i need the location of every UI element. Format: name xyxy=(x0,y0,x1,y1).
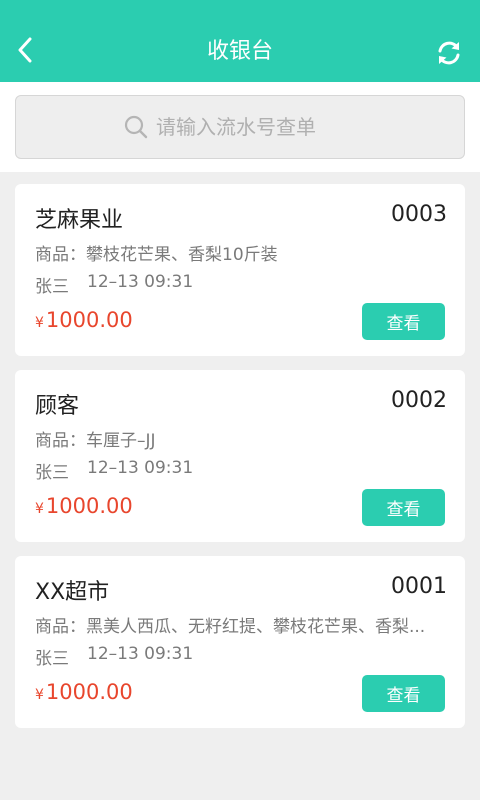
order-amount: ¥ 1000.00 xyxy=(35,680,133,704)
serial-number: 0003 xyxy=(391,202,447,227)
order-time: 12–13 09:31 xyxy=(87,272,194,292)
currency-symbol: ¥ xyxy=(35,501,44,517)
order-card: 顾客 0002 商品：车厘子–JJ 张三 12–13 09:31 ¥ 1000.… xyxy=(15,370,465,542)
order-time: 12–13 09:31 xyxy=(87,644,194,664)
view-button[interactable]: 查看 xyxy=(362,675,445,712)
customer-name: XX超市 xyxy=(35,580,110,605)
page-title: 收银台 xyxy=(206,39,273,64)
order-card: 芝麻果业 0003 商品：攀枝花芒果、香梨10斤装 张三 12–13 09:31… xyxy=(15,184,465,356)
customer-name: 芝麻果业 xyxy=(35,208,124,233)
order-amount: ¥ 1000.00 xyxy=(35,494,133,518)
order-amount: ¥ 1000.00 xyxy=(35,308,133,332)
serial-number: 0002 xyxy=(391,388,447,413)
cashier-name: 张三 xyxy=(35,277,69,297)
order-meta: 张三 12–13 09:31 xyxy=(35,644,193,669)
currency-symbol: ¥ xyxy=(35,687,44,703)
amount-value: 1000.00 xyxy=(45,680,133,704)
order-card: XX超市 0001 商品：黑美人西瓜、无籽红提、攀枝花芒果、香梨... 张三 1… xyxy=(15,556,465,728)
currency-symbol: ¥ xyxy=(35,315,44,331)
order-meta: 张三 12–13 09:31 xyxy=(35,272,193,297)
view-button[interactable]: 查看 xyxy=(362,303,445,340)
search-icon xyxy=(124,115,148,139)
top-bar: 收银台 xyxy=(0,0,480,82)
search-section xyxy=(0,82,480,172)
goods-list: 商品：车厘子–JJ xyxy=(35,431,156,451)
customer-name: 顾客 xyxy=(35,394,80,419)
refresh-icon xyxy=(438,41,460,65)
serial-number: 0001 xyxy=(391,574,447,599)
cashier-name: 张三 xyxy=(35,649,69,669)
search-bar[interactable] xyxy=(15,95,465,159)
goods-list: 商品：攀枝花芒果、香梨10斤装 xyxy=(35,245,278,265)
search-input[interactable] xyxy=(156,115,356,139)
refresh-button[interactable] xyxy=(434,38,464,68)
amount-value: 1000.00 xyxy=(45,308,133,332)
view-button[interactable]: 查看 xyxy=(362,489,445,526)
order-meta: 张三 12–13 09:31 xyxy=(35,458,193,483)
order-time: 12–13 09:31 xyxy=(87,458,194,478)
goods-list: 商品：黑美人西瓜、无籽红提、攀枝花芒果、香梨... xyxy=(35,617,426,637)
cashier-name: 张三 xyxy=(35,463,69,483)
amount-value: 1000.00 xyxy=(45,494,133,518)
